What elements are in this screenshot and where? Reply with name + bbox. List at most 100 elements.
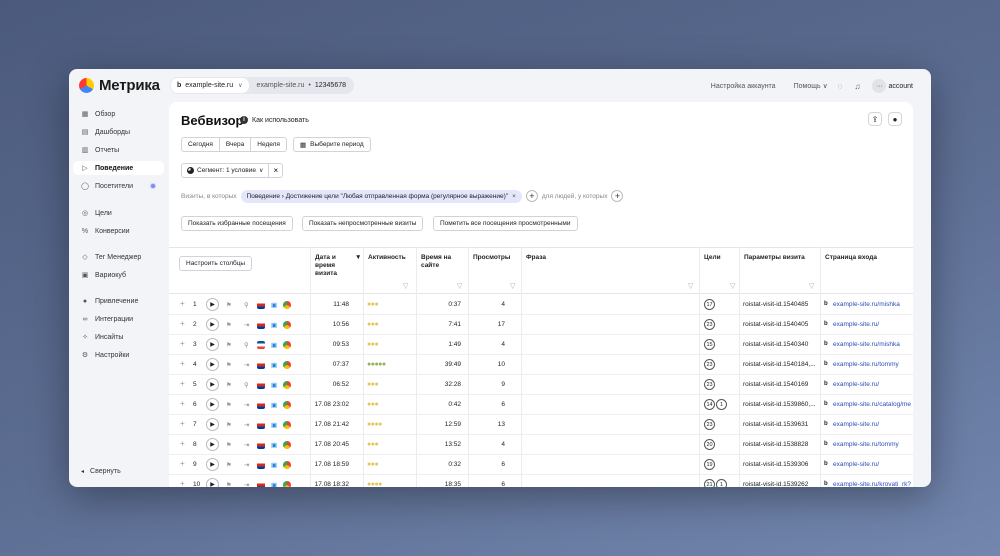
favorite-flag-icon[interactable]: ⚑ — [226, 361, 232, 369]
expand-row-button[interactable]: + — [180, 359, 185, 368]
clear-segment-button[interactable]: × — [269, 163, 284, 178]
expand-row-button[interactable]: + — [180, 379, 185, 388]
header-date[interactable]: Дата и время визита — [315, 254, 353, 278]
sidebar-item-overview[interactable]: ▦ Обзор — [73, 107, 164, 121]
sidebar-item-visitors[interactable]: ◯ Посетители — [73, 179, 164, 193]
favorite-flag-icon[interactable]: ⚑ — [226, 381, 232, 389]
logo[interactable]: Метрика — [79, 77, 160, 94]
play-recording-button[interactable]: ▶ — [206, 358, 219, 371]
sidebar-item-integrations[interactable]: ∞ Интеграции — [73, 312, 164, 326]
show-unviewed-button[interactable]: Показать непросмотренные визиты — [302, 216, 424, 231]
goals-count-badge[interactable]: 20 — [704, 439, 715, 450]
filter-icon[interactable]: ▽ — [403, 282, 408, 290]
entry-page-link[interactable]: example-site.ru/ — [833, 321, 913, 328]
play-recording-button[interactable]: ▶ — [206, 418, 219, 431]
sidebar-item-attraction[interactable]: ● Привлечение — [73, 294, 164, 308]
goals-count-badge[interactable]: 15 — [704, 339, 715, 350]
entry-page-link[interactable]: example-site.ru/ — [833, 421, 913, 428]
share-button[interactable]: ⇪ — [868, 112, 882, 126]
favorite-flag-icon[interactable]: ⚑ — [226, 481, 232, 487]
goals-count-badge[interactable]: 19 — [704, 459, 715, 470]
choose-period-button[interactable]: ▦ Выберите период — [293, 137, 371, 152]
goals-count-badge[interactable]: 14 — [704, 399, 715, 410]
goals-count-badge[interactable]: 17 — [704, 299, 715, 310]
expand-row-button[interactable]: + — [180, 299, 185, 308]
entry-page-link[interactable]: example-site.ru/ — [833, 381, 913, 388]
favorite-flag-icon[interactable]: ⚑ — [226, 401, 232, 409]
site-alt-name[interactable]: example-site.ru — [257, 82, 305, 89]
play-recording-button[interactable]: ▶ — [206, 478, 219, 487]
entry-page-link[interactable]: example-site.ru/ — [833, 461, 913, 468]
play-recording-button[interactable]: ▶ — [206, 318, 219, 331]
period-yesterday[interactable]: Вчера — [219, 137, 252, 152]
expand-row-button[interactable]: + — [180, 459, 185, 468]
counter-id[interactable]: 12345678 — [315, 82, 346, 89]
entry-page-link[interactable]: example-site.ru/tommy — [833, 441, 913, 448]
chat-icon[interactable]: ◌ — [838, 82, 843, 91]
table-row[interactable]: +3 ▶ ⚑ ⚲ ▣ 09:53 ●●● 1:49 4 15 roistat-visit-id.15… — [169, 335, 913, 355]
play-recording-button[interactable]: ▶ — [206, 438, 219, 451]
expand-row-button[interactable]: + — [180, 479, 185, 487]
filter-icon[interactable]: ▽ — [809, 282, 814, 290]
table-row[interactable]: +10 ▶ ⚑ ⇥ ▣ 17.08 18:32 ●●●● 18:35 6 21 1 roistat-v… — [169, 475, 913, 487]
goals-extra-badge[interactable]: 1 — [716, 479, 727, 487]
favorite-flag-icon[interactable]: ⚑ — [226, 321, 232, 329]
expand-row-button[interactable]: + — [180, 319, 185, 328]
table-row[interactable]: +8 ▶ ⚑ ⇥ ▣ 17.08 20:45 ●●● 13:52 4 20 roistat-visi… — [169, 435, 913, 455]
goals-extra-badge[interactable]: 1 — [716, 399, 727, 410]
site-select[interactable]: b example-site.ru ∨ — [171, 78, 249, 93]
favorite-flag-icon[interactable]: ⚑ — [226, 341, 232, 349]
table-row[interactable]: +5 ▶ ⚑ ⚲ ▣ 06:52 ●●● 32:28 9 23 roistat-visit-id.1… — [169, 375, 913, 395]
table-row[interactable]: +9 ▶ ⚑ ⇥ ▣ 17.08 18:59 ●●● 0:32 6 19 roistat-visit… — [169, 455, 913, 475]
goals-count-badge[interactable]: 23 — [704, 379, 715, 390]
play-recording-button[interactable]: ▶ — [206, 398, 219, 411]
account-settings-link[interactable]: Настройка аккаунта — [711, 83, 776, 90]
table-row[interactable]: +7 ▶ ⚑ ⇥ ▣ 17.08 21:42 ●●●● 12:59 13 23 roistat-vi… — [169, 415, 913, 435]
sidebar-item-settings[interactable]: ⚙ Настройки — [73, 348, 164, 362]
bell-icon[interactable]: ♫ — [854, 82, 860, 91]
filter-icon[interactable]: ▽ — [730, 282, 735, 290]
favorite-flag-icon[interactable]: ⚑ — [226, 441, 232, 449]
filter-chip[interactable]: Поведение › Достижение цели "Любая отпра… — [240, 189, 522, 203]
header-views[interactable]: Просмотры — [473, 254, 510, 262]
favorite-flag-icon[interactable]: ⚑ — [226, 301, 232, 309]
header-params[interactable]: Параметры визита — [744, 254, 805, 262]
add-people-filter-button[interactable]: + — [611, 190, 624, 202]
period-week[interactable]: Неделя — [251, 137, 287, 152]
table-row[interactable]: +6 ▶ ⚑ ⇥ ▣ 17.08 23:02 ●●● 0:42 6 14 1 roistat-visi… — [169, 395, 913, 415]
table-row[interactable]: +1 ▶ ⚑ ⚲ ▣ 11:48 ●●● 0:37 4 17 roistat-visit-id.15… — [169, 295, 913, 315]
help-menu[interactable]: Помощь ∨ — [794, 82, 828, 90]
sidebar-item-reports[interactable]: ▥ Отчеты — [73, 143, 164, 157]
entry-page-link[interactable]: example-site.ru/catalog/me — [833, 401, 913, 408]
header-entry[interactable]: Страница входа — [825, 254, 877, 262]
header-goals[interactable]: Цели — [704, 254, 721, 262]
play-recording-button[interactable]: ▶ — [206, 338, 219, 351]
add-visit-filter-button[interactable]: + — [525, 190, 538, 202]
header-time[interactable]: Время на сайте — [421, 254, 461, 270]
collapse-sidebar-button[interactable]: ◂ Свернуть — [81, 468, 121, 475]
sidebar-item-conversions[interactable]: % Конверсии — [73, 224, 164, 238]
filter-icon[interactable]: ▽ — [688, 282, 693, 290]
table-row[interactable]: +4 ▶ ⚑ ⇥ ▣ 07:37 ●●●●● 39:49 10 23 roistat-visit-i… — [169, 355, 913, 375]
sidebar-item-goals[interactable]: ◎ Цели — [73, 206, 164, 220]
goals-count-badge[interactable]: 21 — [704, 479, 715, 487]
close-icon[interactable]: × — [512, 193, 516, 200]
sidebar-item-dashboards[interactable]: ▤ Дашборды — [73, 125, 164, 139]
account-menu[interactable]: ··· account — [872, 79, 913, 93]
expand-row-button[interactable]: + — [180, 439, 185, 448]
favorite-flag-icon[interactable]: ⚑ — [226, 421, 232, 429]
play-recording-button[interactable]: ▶ — [206, 458, 219, 471]
expand-row-button[interactable]: + — [180, 339, 185, 348]
entry-page-link[interactable]: example-site.ru/mishka — [833, 301, 913, 308]
play-recording-button[interactable]: ▶ — [206, 378, 219, 391]
show-favorites-button[interactable]: Показать избранные посещения — [181, 216, 293, 231]
entry-page-link[interactable]: example-site.ru/tommy — [833, 361, 913, 368]
how-to-use-link[interactable]: i Как использовать — [240, 116, 309, 124]
sort-desc-icon[interactable]: ▼ — [355, 254, 361, 262]
filter-icon[interactable]: ▽ — [457, 282, 462, 290]
goals-count-badge[interactable]: 23 — [704, 319, 715, 330]
period-today[interactable]: Сегодня — [181, 137, 220, 152]
goals-count-badge[interactable]: 23 — [704, 359, 715, 370]
goals-count-badge[interactable]: 23 — [704, 419, 715, 430]
filter-icon[interactable]: ▽ — [510, 282, 515, 290]
